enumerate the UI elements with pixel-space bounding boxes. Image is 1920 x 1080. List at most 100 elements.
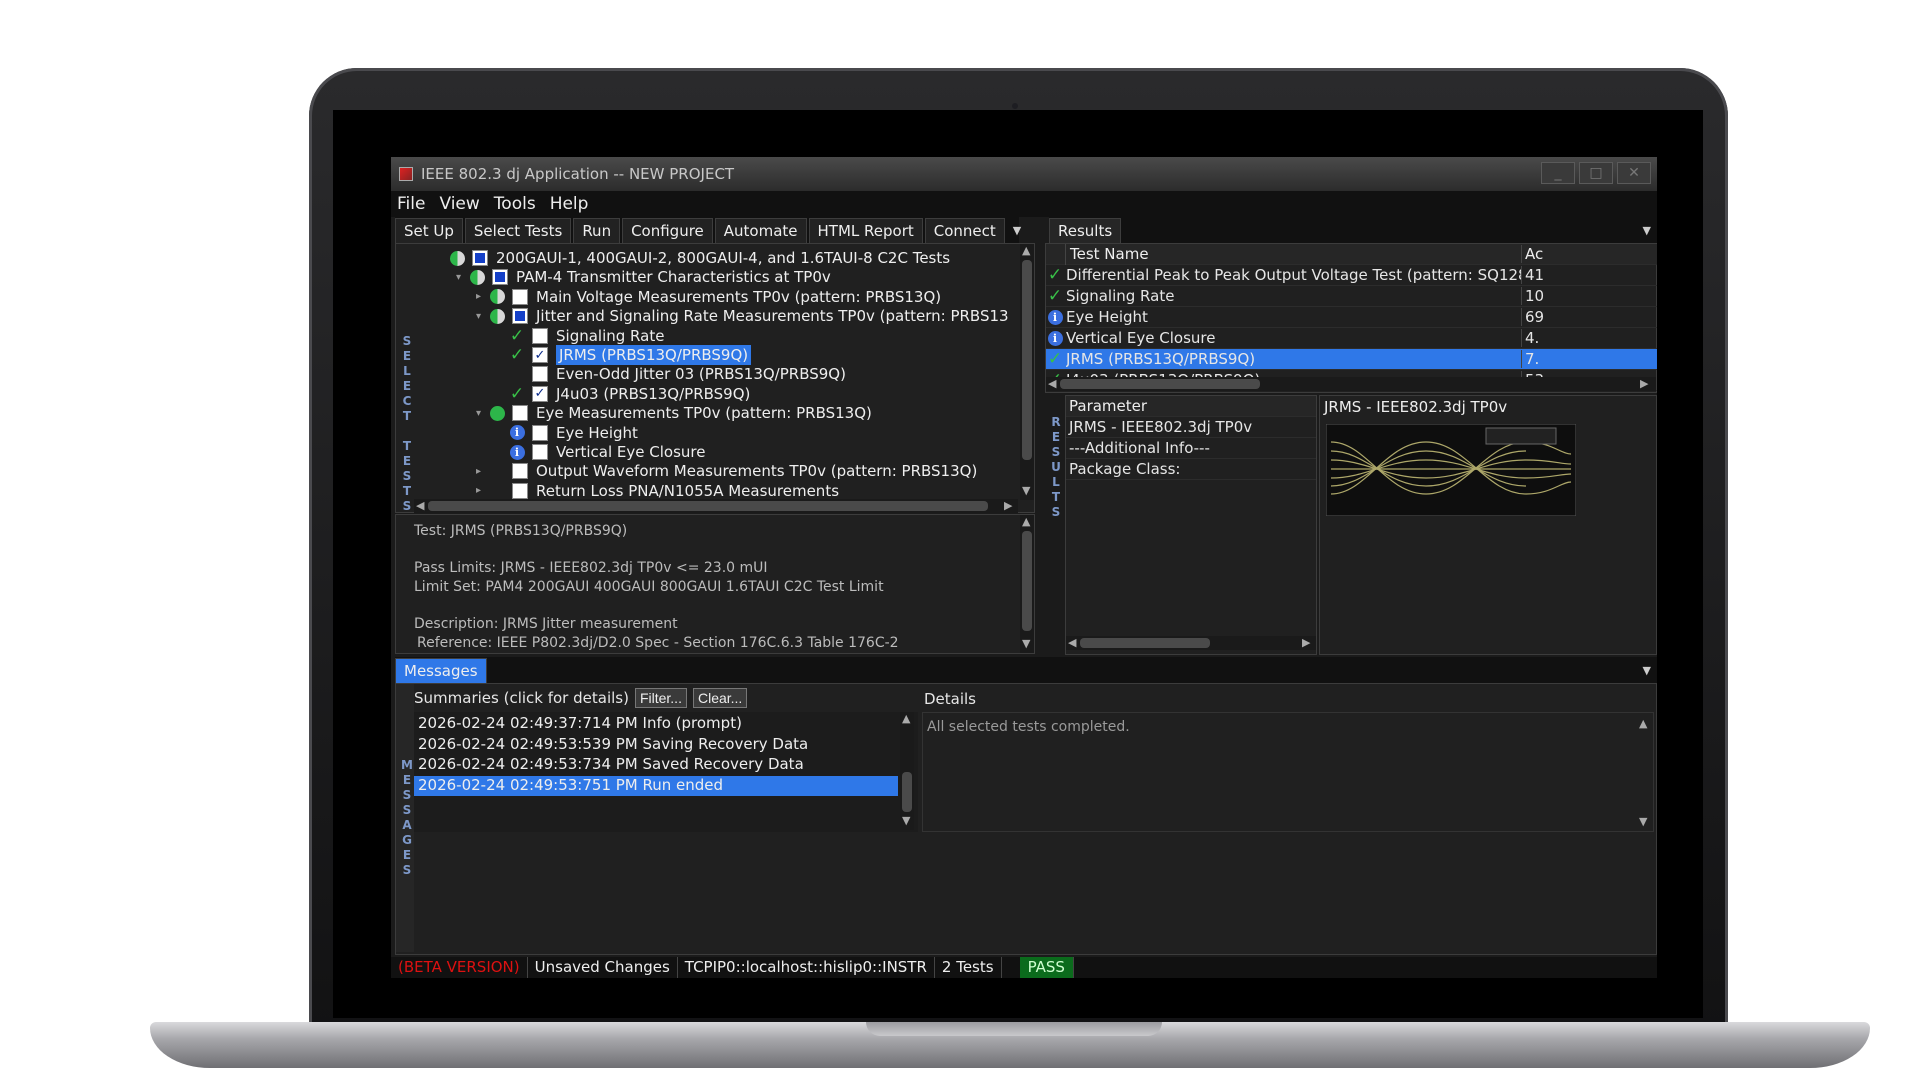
results-header-test-name[interactable]: Test Name (1066, 245, 1522, 263)
pass-check-icon: ✓ (509, 383, 525, 404)
tab-dropdown-icon[interactable]: ▼ (1007, 224, 1027, 243)
parameter-scrollbar-h[interactable]: ◀ ▶ (1066, 636, 1316, 650)
test-info-test: Test: JRMS (PRBS13Q/PRBS9Q) (414, 523, 628, 539)
message-row[interactable]: 2026-02-24 02:49:53:539 PM Saving Recove… (414, 735, 898, 755)
tree-checkbox[interactable] (512, 308, 528, 325)
messages-tab-bar: Messages ▼ (395, 657, 1657, 683)
results-header-actual[interactable]: Ac (1522, 245, 1543, 263)
info-scroll-up-icon[interactable]: ▲ (1022, 515, 1030, 528)
expand-icon[interactable]: ▸ (476, 466, 488, 477)
expand-icon[interactable]: ▾ (476, 311, 488, 322)
expand-icon[interactable]: ▾ (476, 408, 488, 419)
results-row[interactable]: i Eye Height 69 (1046, 307, 1657, 328)
param-scroll-left-icon[interactable]: ◀ (1068, 636, 1076, 649)
tab-automate[interactable]: Automate (714, 218, 807, 243)
tree-checkbox[interactable] (492, 269, 508, 286)
tab-run[interactable]: Run (573, 218, 621, 243)
camera (1012, 103, 1018, 109)
menu-file[interactable]: File (397, 194, 425, 214)
tree-checkbox[interactable] (512, 463, 528, 480)
results-row[interactable]: ✓ Signaling Rate 10 (1046, 286, 1657, 307)
tree-checkbox[interactable] (532, 424, 548, 441)
tree-checkbox[interactable] (512, 405, 528, 422)
tree-checkbox[interactable] (472, 250, 488, 266)
msg-scroll-down-icon[interactable]: ▼ (902, 814, 910, 827)
maximize-button[interactable]: □ (1579, 162, 1613, 184)
results-dropdown-icon[interactable]: ▼ (1637, 224, 1657, 243)
tree-checkbox[interactable] (532, 327, 548, 344)
details-scroll-up-icon[interactable]: ▲ (1639, 717, 1647, 730)
details-panel: All selected tests completed. ▲ ▼ (922, 712, 1654, 832)
message-row[interactable]: 2026-02-24 02:49:53:751 PM Run ended (414, 775, 898, 796)
beta-version-label: (BETA VERSION) (391, 957, 528, 978)
results-scrollbar-h[interactable]: ◀ ▶ (1046, 377, 1656, 391)
tree-checkbox[interactable] (532, 366, 548, 383)
results-row[interactable]: ✓ Differential Peak to Peak Output Voltag… (1046, 265, 1657, 286)
parameter-row[interactable]: Package Class: (1066, 459, 1316, 480)
expand-icon[interactable]: ▸ (476, 485, 488, 496)
param-hscroll-thumb[interactable] (1080, 638, 1210, 648)
tab-select-tests[interactable]: Select Tests (464, 218, 572, 243)
parameter-row[interactable]: JRMS - IEEE802.3dj TP0v (1066, 417, 1316, 438)
results-test-name: Differential Peak to Peak Output Voltage… (1066, 266, 1522, 284)
parameter-header: Parameter (1066, 396, 1316, 417)
tab-results[interactable]: Results (1049, 218, 1122, 243)
tree-checkbox[interactable] (532, 444, 548, 460)
tree-scrollbar-h[interactable]: ◀ ▶ (414, 499, 1018, 513)
menu-bar: File View Tools Help (391, 191, 1657, 217)
details-scroll-down-icon[interactable]: ▼ (1639, 815, 1647, 828)
messages-scrollbar-v[interactable]: ▲ ▼ (900, 712, 914, 830)
msg-scroll-thumb[interactable] (902, 772, 912, 812)
info-icon: i (508, 425, 526, 441)
scroll-right-icon[interactable]: ▶ (1004, 499, 1012, 512)
clear-button[interactable]: Clear... (692, 688, 748, 708)
info-scroll-thumb[interactable] (1022, 531, 1032, 631)
menu-help[interactable]: Help (550, 194, 589, 214)
tab-messages[interactable]: Messages (395, 658, 487, 683)
results-hscroll-thumb[interactable] (1060, 379, 1260, 389)
tab-html-report[interactable]: HTML Report (808, 218, 923, 243)
tree-checkbox[interactable]: ✓ (532, 347, 548, 363)
tab-connect[interactable]: Connect (924, 218, 1005, 243)
menu-tools[interactable]: Tools (494, 194, 536, 214)
details-label: Details (924, 690, 977, 708)
tab-configure[interactable]: Configure (622, 218, 713, 243)
tree-scroll-thumb[interactable] (1022, 260, 1032, 460)
eye-diagram-thumbnail[interactable] (1326, 424, 1576, 516)
tree-checkbox[interactable] (512, 482, 528, 499)
msg-scroll-up-icon[interactable]: ▲ (902, 712, 910, 725)
menu-view[interactable]: View (439, 194, 479, 214)
results-scroll-left-icon[interactable]: ◀ (1048, 377, 1056, 390)
test-info-description: Description: JRMS Jitter measurement (414, 616, 678, 632)
scroll-up-icon[interactable]: ▲ (1022, 244, 1030, 257)
info-scroll-down-icon[interactable]: ▼ (1022, 637, 1030, 650)
results-scroll-right-icon[interactable]: ▶ (1640, 377, 1648, 390)
expand-icon[interactable]: ▸ (476, 291, 488, 302)
message-row[interactable]: 2026-02-24 02:49:53:734 PM Saved Recover… (414, 755, 898, 775)
tab-set-up[interactable]: Set Up (395, 218, 463, 243)
partial-pass-icon (488, 308, 506, 324)
tree-checkbox[interactable]: ✓ (532, 385, 548, 402)
scroll-left-icon[interactable]: ◀ (416, 499, 424, 512)
messages-dropdown-icon[interactable]: ▼ (1637, 664, 1657, 683)
results-row[interactable]: ✓ JRMS (PRBS13Q/PRBS9Q) 7. (1046, 349, 1657, 370)
summaries-toolbar: Summaries (click for details) Filter... … (414, 686, 918, 710)
scroll-down-icon[interactable]: ▼ (1022, 484, 1030, 497)
message-row[interactable]: 2026-02-24 02:49:37:714 PM Info (prompt) (414, 714, 898, 734)
results-row[interactable]: i Vertical Eye Closure 4. (1046, 328, 1657, 349)
tree-scrollbar-v[interactable]: ▲ ▼ (1020, 244, 1034, 500)
expand-icon[interactable]: ▾ (456, 272, 468, 283)
tree-hscroll-thumb[interactable] (428, 501, 988, 511)
test-info-reference: Reference: IEEE P802.3dj/D2.0 Spec - Sec… (417, 635, 899, 651)
tree-item-label: Vertical Eye Closure (556, 443, 706, 461)
minimize-button[interactable]: _ (1541, 162, 1575, 184)
title-bar[interactable]: IEEE 802.3 dj Application -- NEW PROJECT… (391, 157, 1657, 191)
close-button[interactable]: ✕ (1617, 162, 1651, 184)
filter-button[interactable]: Filter... (634, 688, 687, 708)
tree-checkbox[interactable] (512, 288, 528, 305)
left-tab-bar: Set Up Select Tests Run Configure Automa… (395, 217, 1021, 243)
param-scroll-right-icon[interactable]: ▶ (1302, 636, 1310, 649)
pass-check-icon: ✓ (509, 345, 525, 365)
info-scrollbar-v[interactable]: ▲ ▼ (1020, 515, 1034, 653)
parameter-row[interactable]: ---Additional Info--- (1066, 438, 1316, 459)
